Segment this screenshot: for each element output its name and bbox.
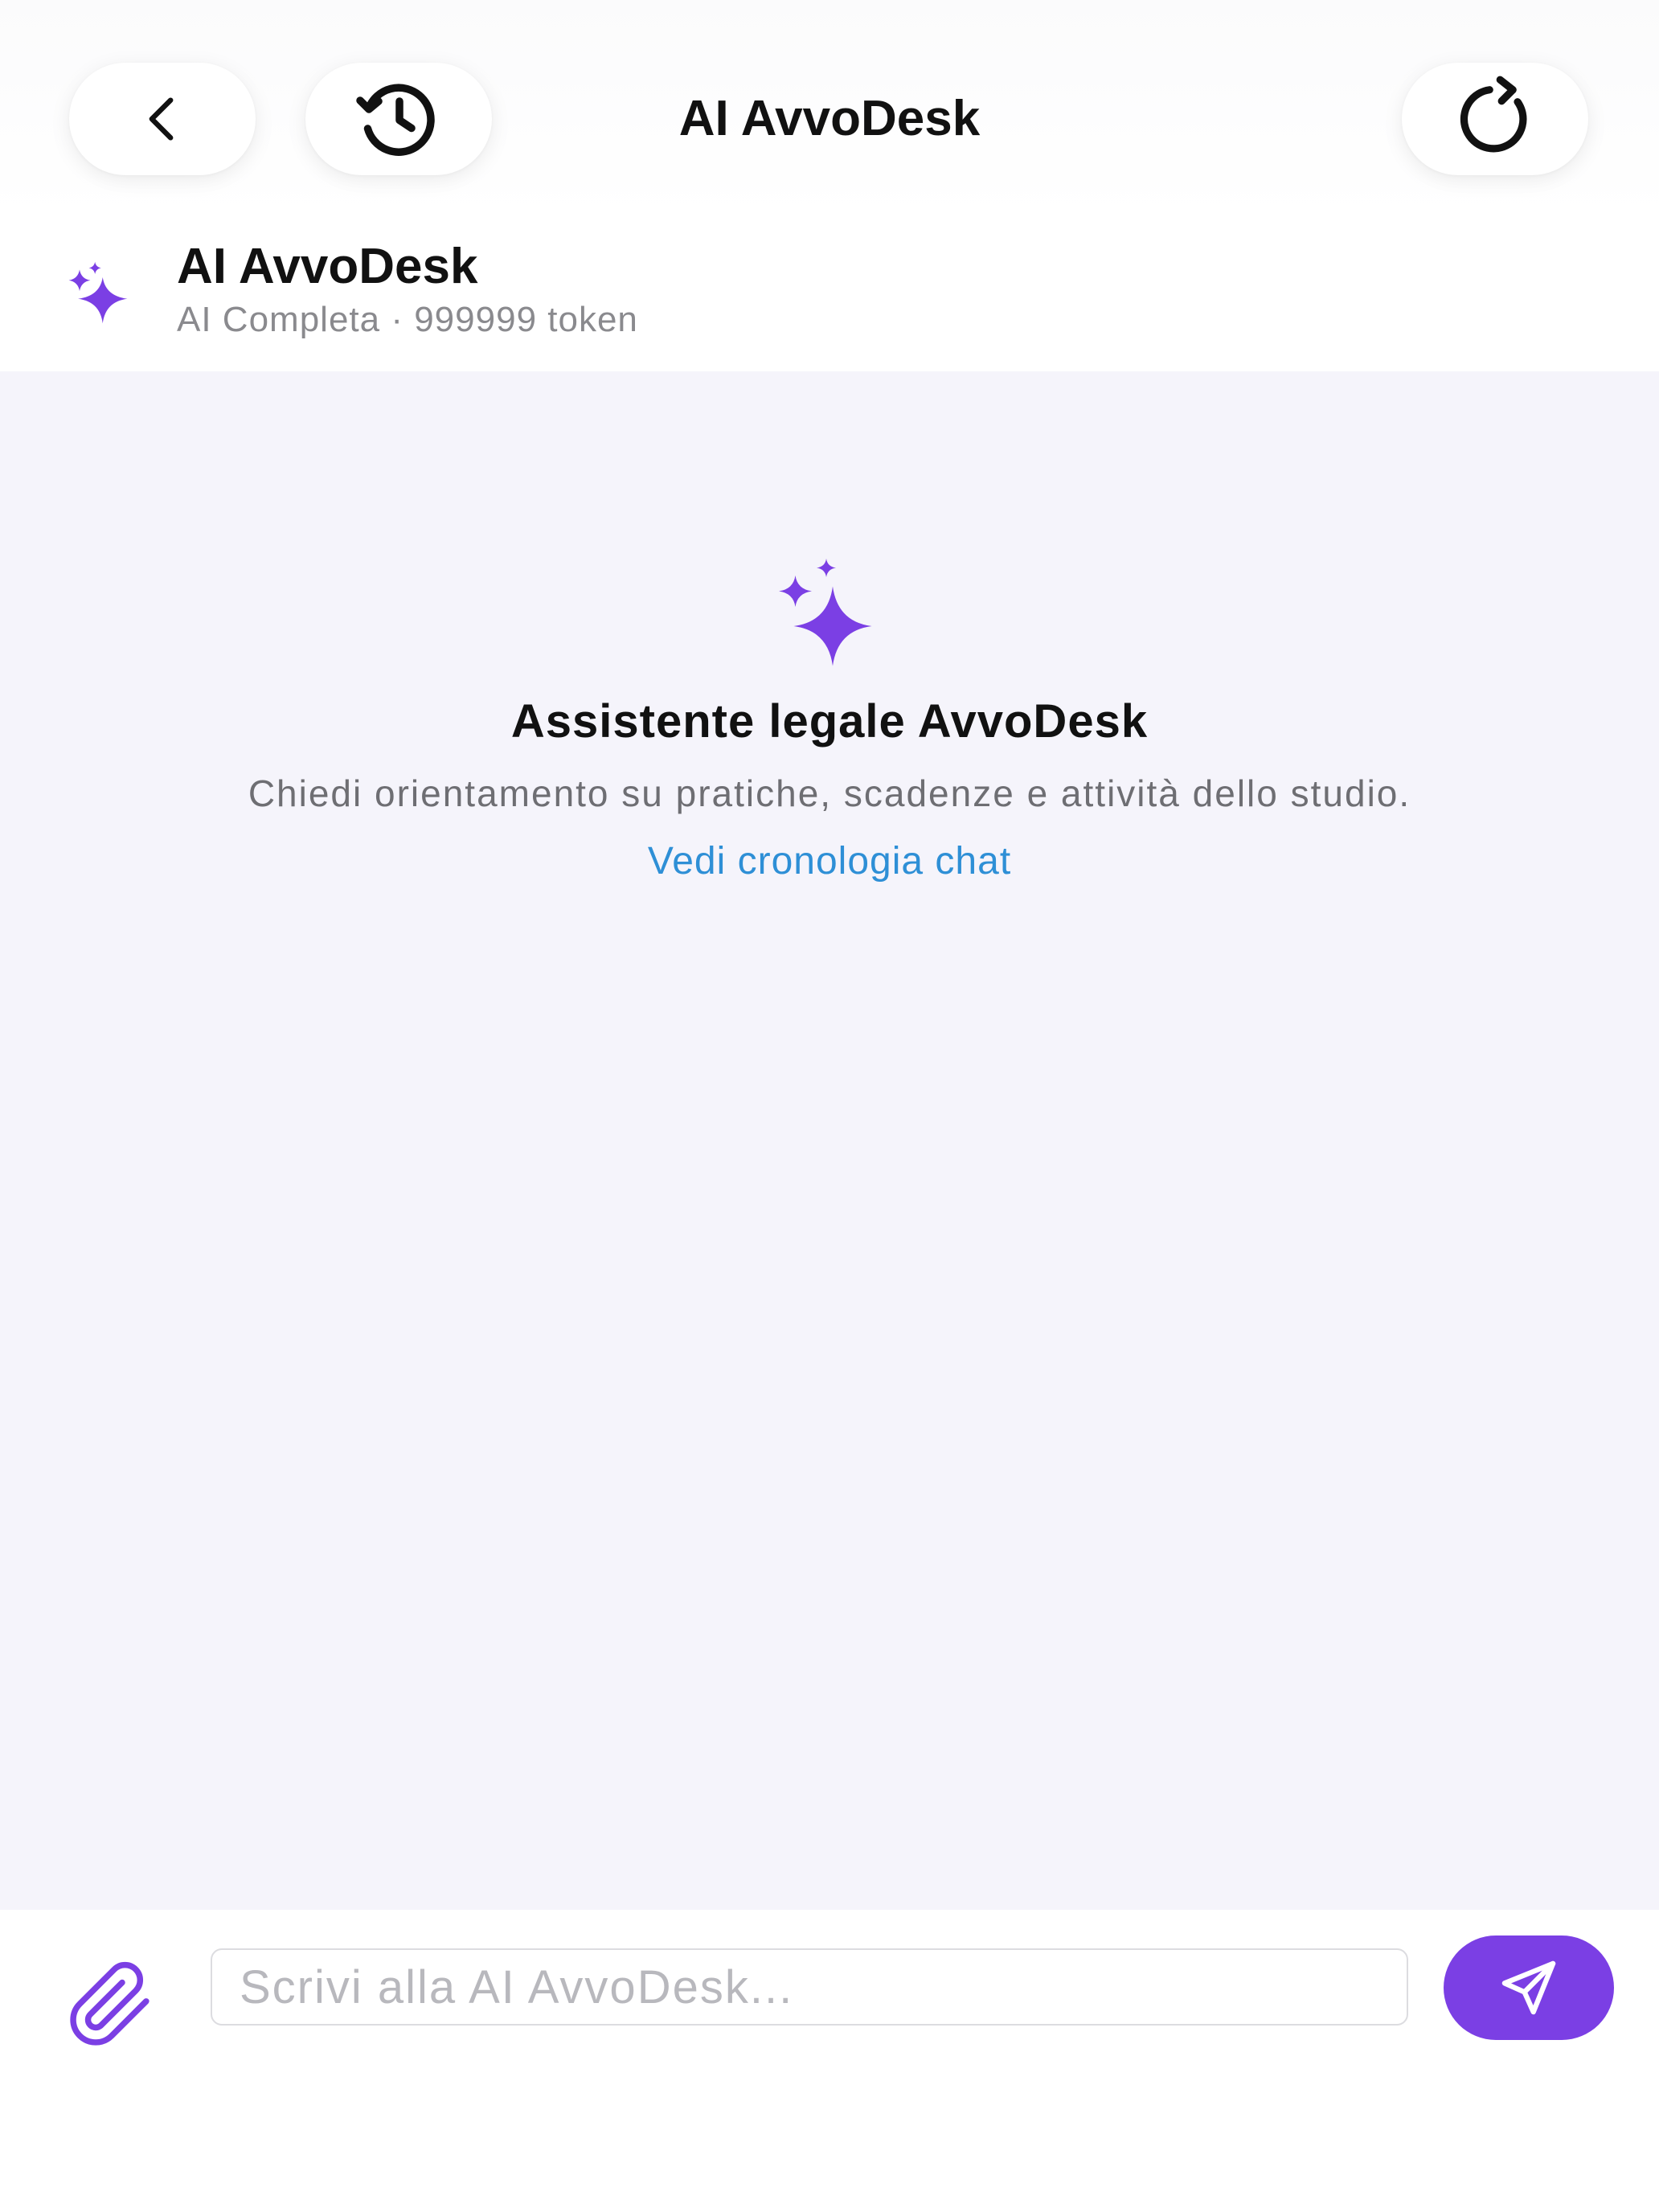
paperclip-icon (70, 1961, 150, 2046)
message-composer (0, 1910, 1659, 2212)
view-chat-history-link[interactable]: Vedi cronologia chat (648, 838, 1011, 886)
sparkles-icon (779, 559, 872, 666)
chat-history-button[interactable] (305, 63, 492, 175)
empty-state-title: Assistente legale AvvoDesk (510, 695, 1149, 748)
empty-state: Assistente legale AvvoDesk Chiedi orient… (0, 556, 1659, 886)
chat-messages-area[interactable]: Assistente legale AvvoDesk Chiedi orient… (0, 371, 1659, 1910)
refresh-icon (1460, 76, 1527, 153)
top-navigation-bar: AI AvvoDesk (0, 0, 1659, 217)
message-input[interactable] (211, 1948, 1408, 2026)
back-button[interactable] (69, 63, 256, 175)
assistant-name: AI AvvoDesk (177, 239, 478, 294)
empty-state-description: Chiedi orientamento su pratiche, scadenz… (248, 772, 1411, 814)
sparkles-icon (68, 261, 128, 324)
assistant-plan-tokens: AI Completa · 999999 token (177, 300, 638, 339)
attach-button[interactable] (63, 1956, 159, 2053)
chat-screen: AI AvvoDesk AI AvvoDesk AI Completa · 99… (0, 0, 1659, 2212)
chevron-left-icon (149, 97, 174, 141)
history-clock-icon (356, 84, 435, 156)
send-icon (1501, 1960, 1556, 2015)
page-title: AI AvvoDesk (678, 91, 981, 146)
refresh-button[interactable] (1402, 63, 1588, 175)
send-button[interactable] (1444, 1936, 1614, 2040)
assistant-header: AI AvvoDesk AI Completa · 999999 token (0, 217, 1659, 371)
